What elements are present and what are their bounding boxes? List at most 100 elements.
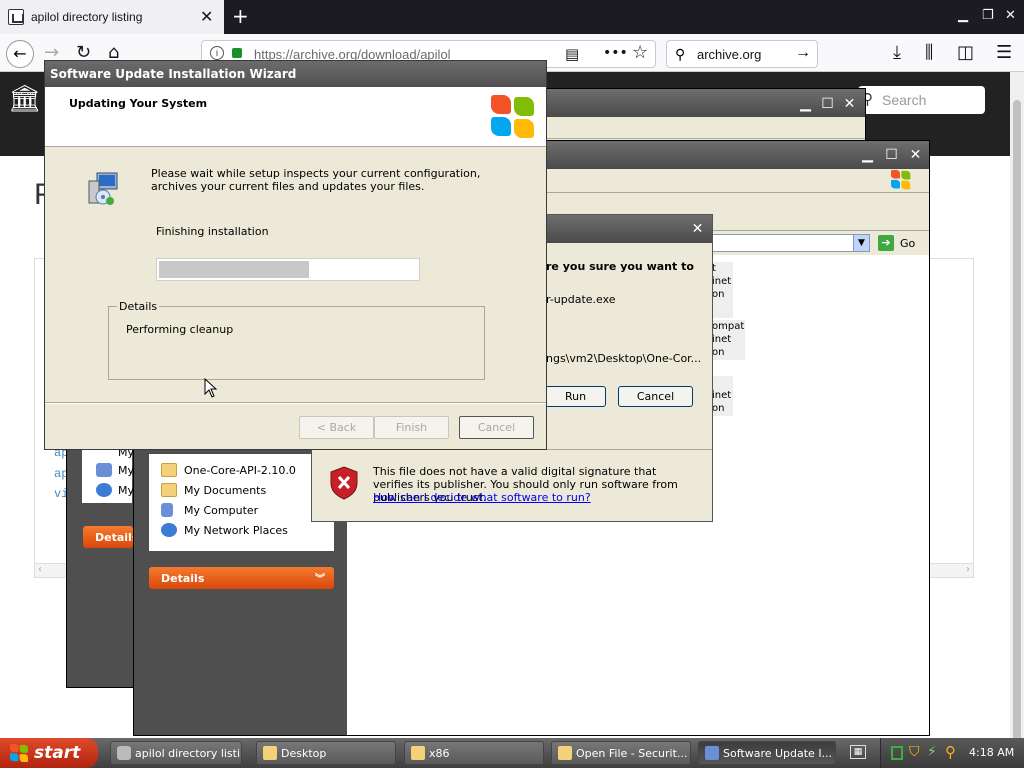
shield-warning-icon [330, 466, 358, 500]
scrollbar-thumb[interactable] [1013, 100, 1021, 768]
details-label: Details [95, 531, 139, 544]
search-bar[interactable]: ⚲ archive.org → [666, 40, 818, 68]
folder-icon [558, 746, 572, 760]
cancel-button[interactable]: Cancel [459, 416, 534, 439]
divider [45, 402, 546, 404]
bookmark-star-icon[interactable]: ☆ [632, 42, 648, 63]
mouse-cursor-icon [204, 378, 218, 398]
start-button[interactable]: start [0, 738, 98, 768]
file-list-fragment: inet on [711, 376, 733, 416]
chevron-down-icon[interactable]: ︾ [315, 570, 325, 585]
place-item-my-computer[interactable]: My Computer [149, 501, 334, 521]
new-tab-icon[interactable]: + [232, 4, 249, 28]
restore-icon[interactable]: ❐ [982, 8, 994, 23]
page-actions-icon[interactable]: ••• [603, 45, 628, 61]
tray-status-icon[interactable] [891, 746, 903, 760]
lock-icon [232, 48, 242, 58]
menu-icon[interactable]: ☰ [996, 42, 1012, 63]
close-tab-icon[interactable]: ✕ [200, 7, 213, 27]
close-window-icon[interactable]: ✕ [1005, 8, 1016, 23]
folder-icon [263, 746, 277, 760]
taskbar-item-desktop[interactable]: Desktop [256, 741, 396, 765]
place-item-one-core[interactable]: One-Core-API-2.10.0 [149, 461, 334, 481]
wizard-title: Software Update Installation Wizard [50, 67, 297, 81]
close-icon[interactable]: ✕ [839, 94, 860, 115]
windows-logo-icon [891, 170, 912, 190]
taskbar-item-label: apilol directory listi... [135, 747, 242, 760]
file-text: on [712, 403, 725, 414]
security-help-link[interactable]: How can I decide what software to run? [373, 491, 591, 504]
progress-fill [159, 261, 309, 278]
place-label: My Network Places [184, 524, 288, 537]
archive-logo-icon[interactable]: 🏛 [8, 85, 41, 113]
network-icon [96, 483, 112, 497]
security-shield-icon[interactable]: ⛉ [909, 744, 920, 760]
network-tray-icon[interactable]: ⚡ [927, 744, 937, 760]
info-icon[interactable]: i [210, 46, 224, 60]
back-arrow-icon[interactable]: ← [6, 40, 34, 68]
page-scrollbar[interactable] [1010, 72, 1024, 768]
keyboard-icon[interactable]: ▦ [850, 745, 866, 759]
search-tray-icon[interactable]: ⚲ [945, 743, 956, 761]
taskbar-item-software-update[interactable]: Software Update I... [698, 741, 836, 765]
start-label: start [34, 743, 81, 763]
close-icon[interactable]: ✕ [687, 219, 708, 240]
downloads-icon[interactable]: ⤓ [893, 42, 901, 63]
installation-progress-bar [156, 258, 420, 281]
back-button[interactable]: < Back [299, 416, 374, 439]
computer-icon [96, 463, 112, 477]
file-text: inet [712, 276, 732, 287]
sidebar-icon[interactable]: ◫ [957, 42, 974, 63]
clock: 4:18 AM [969, 746, 1015, 759]
library-icon[interactable]: ⫼ [925, 42, 933, 63]
taskbar-item-browser[interactable]: apilol directory listi... [110, 741, 242, 765]
wizard-header-title: Updating Your System [69, 97, 208, 110]
chevron-down-icon[interactable]: ▼ [853, 235, 869, 251]
minimize-icon[interactable]: ▁ [857, 145, 878, 166]
search-bar-text: archive.org [697, 47, 762, 62]
other-places-panel: One-Core-API-2.10.0 My Documents My Comp… [149, 454, 334, 551]
security-question: re you sure you want to [546, 260, 694, 273]
search-icon: ⚲ [675, 46, 686, 62]
place-label: My [118, 464, 135, 477]
scroll-left-icon[interactable]: ‹ [38, 564, 42, 575]
place-item-my-network-places[interactable]: My Network Places [149, 521, 334, 541]
file-text: on [712, 347, 725, 358]
taskbar-item-label: Desktop [281, 747, 327, 760]
cancel-button[interactable]: Cancel [618, 386, 693, 407]
windows-logo-icon [10, 744, 29, 763]
archive-search-input[interactable]: ⚲ Search [858, 86, 985, 114]
go-button-label[interactable]: Go [900, 237, 915, 250]
maximize-icon[interactable]: ☐ [881, 145, 902, 166]
maximize-icon[interactable]: ☐ [817, 94, 838, 115]
folder-icon [161, 463, 177, 477]
scroll-right-icon[interactable]: › [966, 564, 970, 575]
run-button[interactable]: Run [545, 386, 606, 407]
details-value: Performing cleanup [126, 323, 234, 336]
file-text: inet [712, 390, 732, 401]
details-bar-back[interactable]: Details [83, 526, 138, 548]
security-file-name: r-update.exe [546, 293, 616, 306]
setup-computer-icon [88, 172, 118, 205]
taskbar-item-open-file[interactable]: Open File - Securit... [551, 741, 691, 765]
file-text: inet [712, 334, 732, 345]
folder-icon [411, 746, 425, 760]
file-list-fragment: t inet on [711, 262, 733, 318]
close-icon[interactable]: ✕ [905, 145, 926, 166]
taskbar-item-x86[interactable]: x86 [404, 741, 544, 765]
minimize-icon[interactable]: ▁ [958, 8, 968, 23]
search-go-arrow-icon[interactable]: → [795, 44, 811, 62]
details-bar[interactable]: Details ︾ [149, 567, 334, 589]
minimize-icon[interactable]: ▁ [795, 94, 816, 115]
place-label: One-Core-API-2.10.0 [184, 464, 296, 477]
details-legend: Details [117, 300, 160, 313]
details-label: Details [161, 572, 205, 585]
finish-button[interactable]: Finish [374, 416, 449, 439]
taskbar-item-label: x86 [429, 747, 450, 760]
details-groupbox: Details Performing cleanup [108, 300, 485, 380]
browser-tab[interactable]: apilol directory listing ✕ [0, 0, 224, 34]
reader-view-icon[interactable]: ▤ [565, 45, 579, 63]
file-text: ompat [712, 321, 745, 332]
place-item-my-documents[interactable]: My Documents [149, 481, 334, 501]
go-arrow-icon[interactable]: ➔ [878, 235, 894, 251]
